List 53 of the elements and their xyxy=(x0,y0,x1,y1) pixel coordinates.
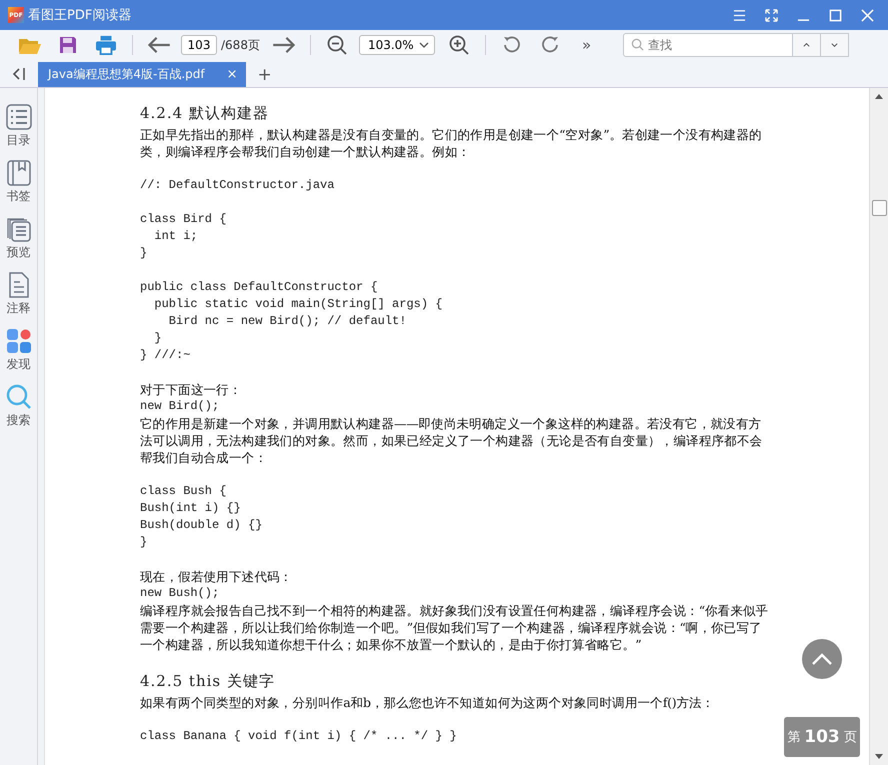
scroll-up-icon[interactable] xyxy=(875,94,883,99)
code-text: class Bush { Bush(int i) {} Bush(double d) {} } xyxy=(140,483,262,551)
code-text: new Bush(); xyxy=(140,585,220,602)
paragraph: 正如早先指出的那样，默认构建器是没有自变量的。它们的作用是创建一个“空对象”。若创建一个没有构建器的类，则编译程序会帮我们自动创建一个默认构建器。例如： xyxy=(140,126,763,160)
paragraph: 它的作用是新建一个对象，并调用默认构建器——即使尚未明确定义一个象这样的构建器。若没有它，就没有方法可以调用，无法构建我们的对象。然而，如果已经定义了一个构建器（无论是否有自变量），编译程序都不会帮我们自动合成一个： xyxy=(140,415,764,466)
search-field[interactable]: 查找 xyxy=(623,33,794,57)
section-heading: 4.2.4 默认构建器 xyxy=(140,103,270,124)
sidebar-label[interactable]: 搜索 xyxy=(6,412,30,429)
paragraph: 编译程序就会报告自己找不到一个相符的构建器。就好象我们没有设置任何构建器，编译程序会说：“你看来似乎需要一个构建器，所以让我们给你制造一个吧。”但假如我们写了一个构建器，编译程序就会说：“啊，你已写了一个构建器，所以我知道你想干什么；如果你不放置一个默认的，是由于你打算省略它。” xyxy=(140,602,770,653)
list-icon[interactable] xyxy=(6,104,32,130)
page-number-field[interactable]: 103 xyxy=(181,35,217,55)
page-indicator: 第 103 页 xyxy=(784,717,860,757)
close-icon[interactable] xyxy=(861,8,874,22)
maximize-icon[interactable] xyxy=(829,8,842,22)
code-text: public class DefaultConstructor { public static void main(String[] args) { Bird nc = new Bird(); // default! } } ///:~ xyxy=(140,279,442,364)
more-button[interactable]: » xyxy=(582,36,592,54)
paragraph: 现在，假若使用下述代码： xyxy=(140,568,294,585)
fullscreen-icon[interactable] xyxy=(765,8,778,22)
paragraph: 如果有两个同类型的对象，分别叫作a和b，那么您也许不知道如何为这两个对象同时调用一个f()方法： xyxy=(140,694,716,711)
code-text: //: DefaultConstructor.java xyxy=(140,177,334,194)
sidebar-label[interactable]: 注释 xyxy=(6,300,30,317)
code-text: new Bird(); xyxy=(140,398,220,415)
caret-icon xyxy=(418,42,429,48)
chevron-up-icon xyxy=(812,653,832,665)
paragraph: 对于下面这一行： xyxy=(140,381,243,398)
pages-icon[interactable] xyxy=(6,216,32,242)
sidebar-label[interactable]: 书签 xyxy=(6,188,30,205)
back-arrow-icon[interactable] xyxy=(147,35,171,55)
zoom-dropdown[interactable]: 103.0% xyxy=(358,35,435,55)
search-icon xyxy=(631,38,644,51)
collapse-sidebar-icon[interactable] xyxy=(12,67,26,81)
print-icon[interactable] xyxy=(94,35,118,55)
scrollbar-thumb[interactable] xyxy=(872,200,886,216)
menu-icon[interactable] xyxy=(733,8,746,22)
bookmark-icon[interactable] xyxy=(6,160,32,186)
zoom-in-icon[interactable] xyxy=(446,35,471,55)
sidebar-label[interactable]: 预览 xyxy=(6,244,30,261)
forward-arrow-icon[interactable] xyxy=(272,35,296,55)
sidebar-label[interactable]: 目录 xyxy=(6,132,30,149)
sidebar-label[interactable]: 发现 xyxy=(6,356,30,373)
search-icon[interactable] xyxy=(6,384,32,410)
section-heading: 4.2.5 this 关键字 xyxy=(140,671,276,692)
code-text: class Banana { void f(int i) { /* ... */ } } xyxy=(140,728,457,745)
scroll-down-icon[interactable] xyxy=(875,754,883,759)
code-text: class Bird { int i; } xyxy=(140,211,226,262)
page-total: /688页 xyxy=(221,36,260,54)
scrollbar[interactable] xyxy=(869,88,888,765)
document-tab[interactable]: Java编程思想第4版-百战.pdf × xyxy=(38,62,246,87)
tab-close-button[interactable]: × xyxy=(226,67,238,82)
grid-icon[interactable] xyxy=(6,328,32,354)
new-tab-button[interactable]: + xyxy=(258,62,272,87)
window-title: 看图王PDF阅读器 xyxy=(28,7,132,24)
zoom-out-icon[interactable] xyxy=(324,35,349,55)
